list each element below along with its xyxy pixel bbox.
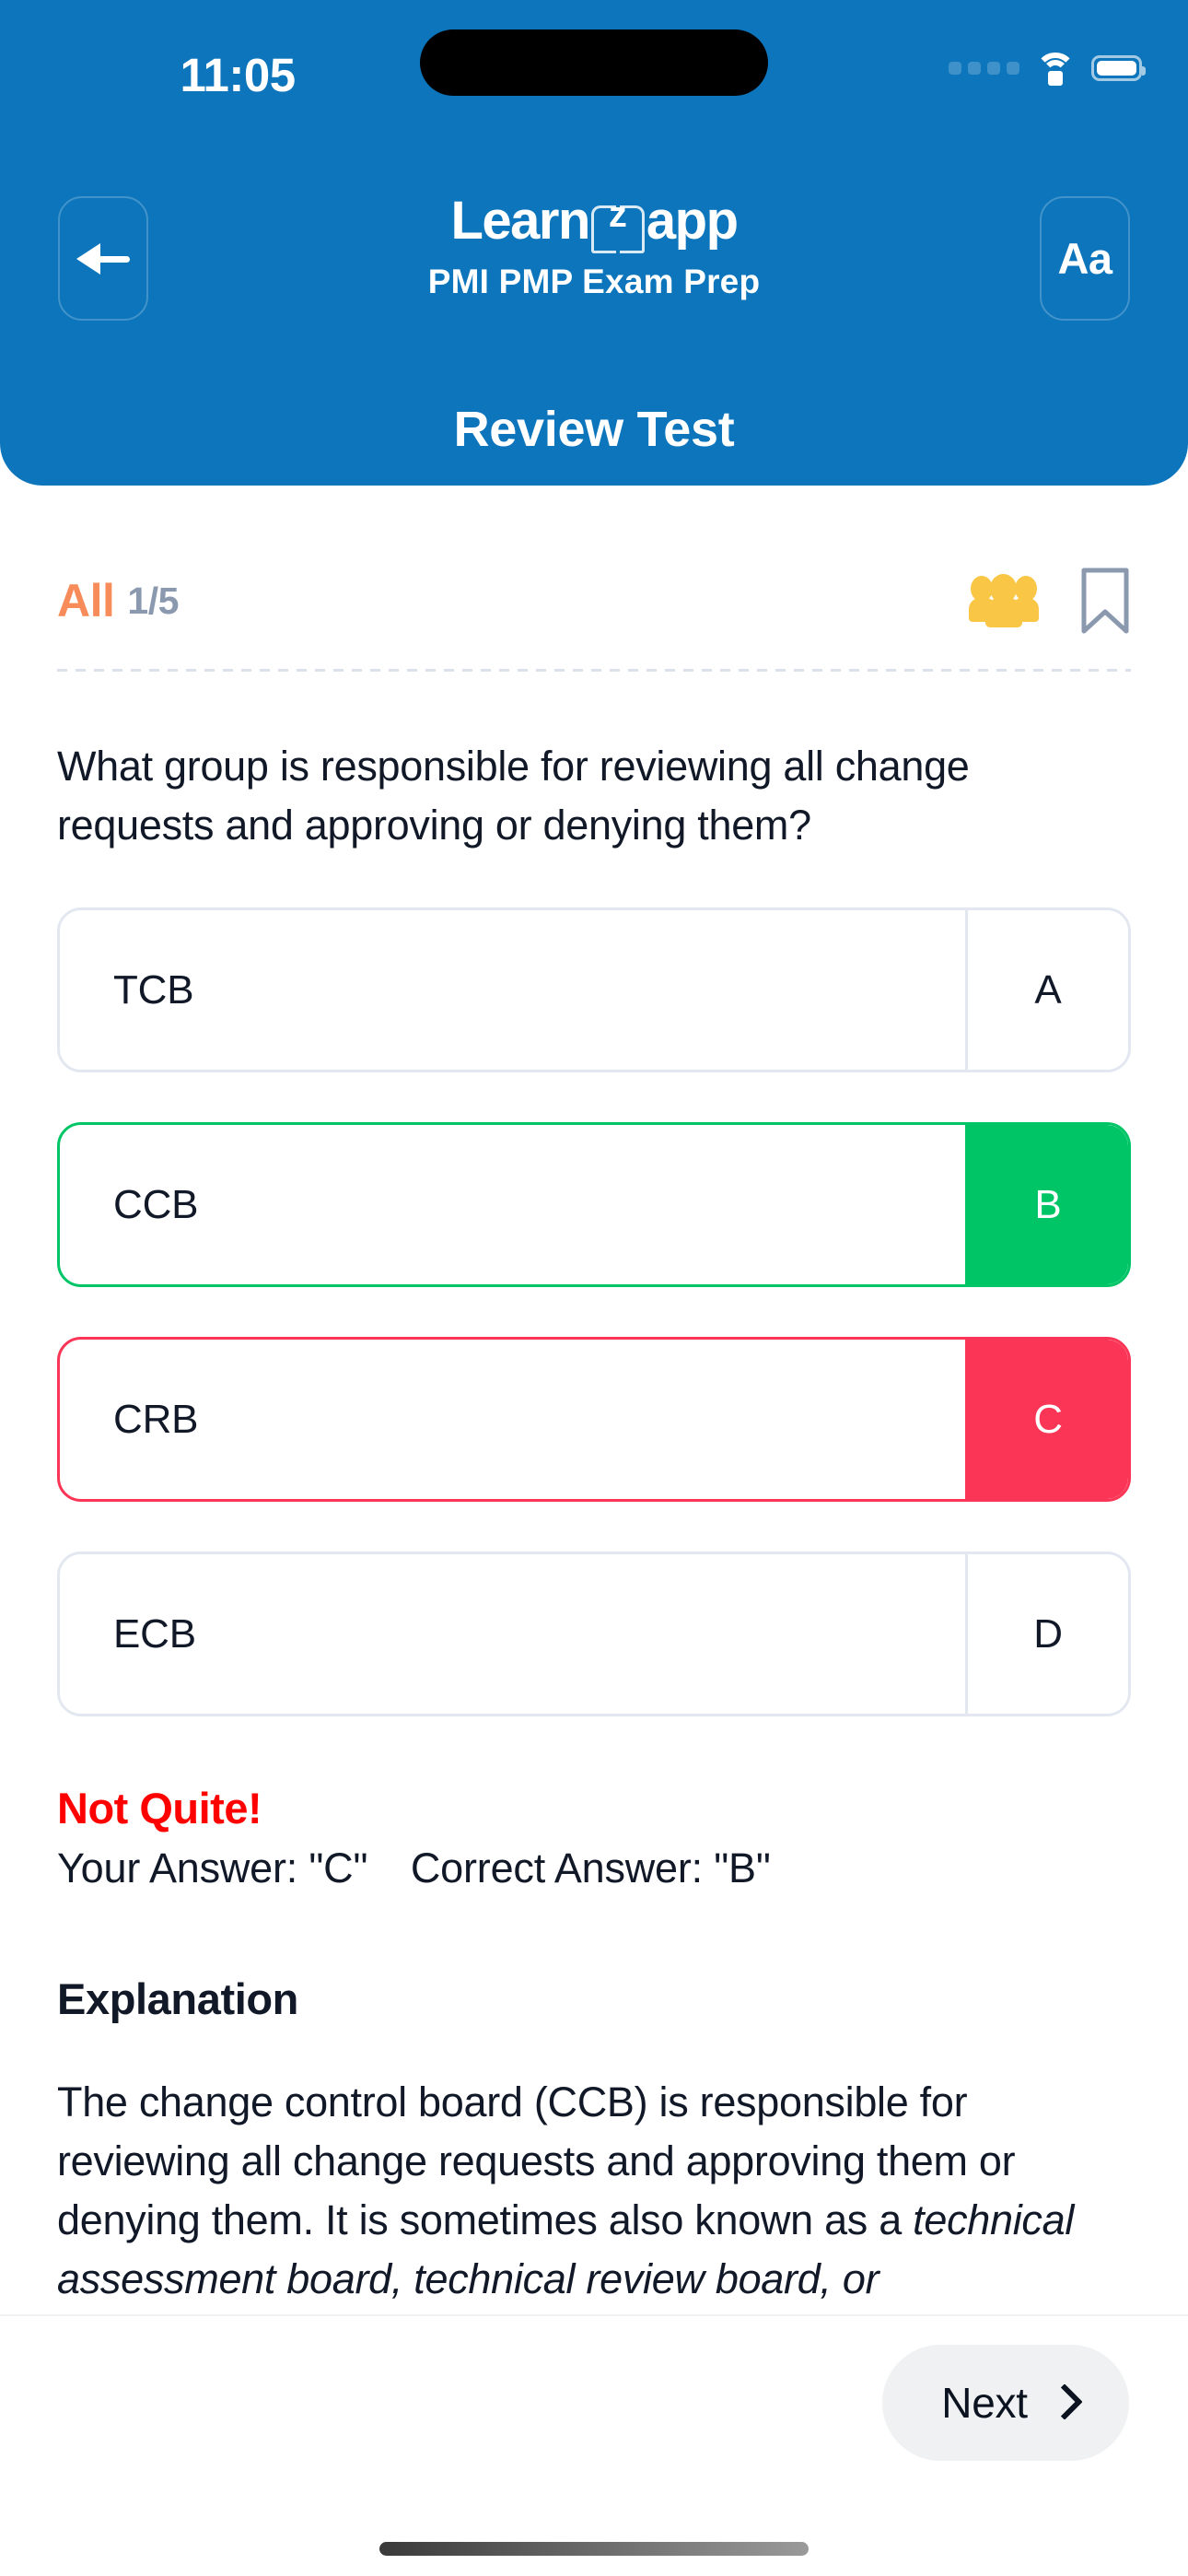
your-answer-label: Your Answer: "C" xyxy=(57,1844,368,1891)
result-verdict: Not Quite! xyxy=(57,1784,262,1832)
answer-option-d-letter: D xyxy=(965,1554,1128,1714)
status-bar-indicators xyxy=(949,53,1146,86)
answer-option-a-letter: A xyxy=(965,910,1128,1070)
filter-label[interactable]: All xyxy=(57,574,115,627)
answer-option-b[interactable]: CCB B xyxy=(57,1122,1131,1287)
result-block: Not Quite! Your Answer: "C" Correct Answ… xyxy=(57,1783,1131,1892)
answer-option-c[interactable]: CRB C xyxy=(57,1337,1131,1502)
dynamic-island xyxy=(420,29,768,96)
answer-option-d[interactable]: ECB D xyxy=(57,1551,1131,1716)
explanation-paragraph: The change control board (CCB) is respon… xyxy=(57,2078,1016,2243)
answer-options-list: TCB A CCB B CRB C ECB D xyxy=(57,907,1131,1766)
app-subtitle: PMI PMP Exam Prep xyxy=(427,263,761,300)
answer-option-a[interactable]: TCB A xyxy=(57,907,1131,1072)
book-icon: z xyxy=(590,189,645,253)
answer-option-b-letter: B xyxy=(965,1125,1128,1284)
status-bar: 11:05 xyxy=(0,0,1188,101)
answer-option-d-text: ECB xyxy=(113,1610,196,1657)
app-screen: 11:05 Aa Learn z app PMI PMP Exam Prep R… xyxy=(0,0,1188,2576)
answer-option-b-text: CCB xyxy=(113,1181,199,1227)
bookmark-icon[interactable] xyxy=(1079,567,1131,635)
next-button[interactable]: Next xyxy=(882,2345,1129,2461)
home-indicator[interactable] xyxy=(379,2542,809,2556)
logo-mark-letter: z xyxy=(608,194,627,235)
answer-option-c-letter: C xyxy=(965,1340,1128,1499)
section-divider xyxy=(57,669,1131,672)
logo-text-left: Learn xyxy=(450,191,590,251)
answer-option-a-text: TCB xyxy=(113,966,194,1013)
correct-answer-label: Correct Answer: "B" xyxy=(410,1844,771,1891)
question-meta-row: All 1/5 xyxy=(57,558,1131,643)
status-bar-clock: 11:05 xyxy=(180,49,296,101)
app-header: 11:05 Aa Learn z app PMI PMP Exam Prep R… xyxy=(0,0,1188,486)
people-group-icon[interactable] xyxy=(969,574,1039,627)
brand-block: Learn z app PMI PMP Exam Prep xyxy=(0,189,1188,301)
chevron-right-icon xyxy=(1050,2385,1070,2420)
battery-icon xyxy=(1091,54,1146,81)
question-counter: 1/5 xyxy=(127,579,179,622)
answer-option-c-text: CRB xyxy=(113,1396,199,1442)
result-answers: Your Answer: "C" Correct Answer: "B" xyxy=(57,1844,1131,1892)
explanation-body: The change control board (CCB) is respon… xyxy=(57,2073,1144,2309)
logo-text-right: app xyxy=(646,191,739,251)
explanation-heading: Explanation xyxy=(57,1974,298,2023)
signal-dots-icon xyxy=(949,61,1019,75)
wifi-icon xyxy=(1035,53,1076,86)
learnzapp-logo: Learn z app xyxy=(450,189,739,253)
question-text: What group is responsible for reviewing … xyxy=(57,743,970,849)
next-button-label: Next xyxy=(941,2379,1028,2427)
page-title: Review Test xyxy=(453,402,735,457)
